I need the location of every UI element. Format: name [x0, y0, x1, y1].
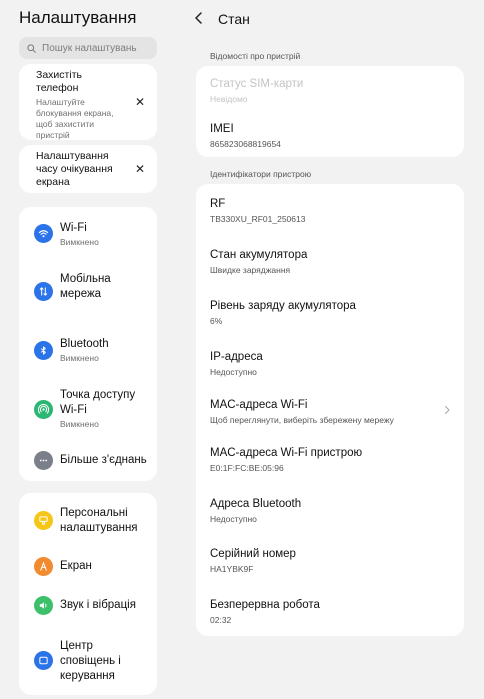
- chevron-right-icon[interactable]: [443, 405, 451, 415]
- bluetooth-icon: [34, 341, 53, 360]
- sidebar-item-notification-center[interactable]: Центр сповіщень і керування: [19, 639, 157, 685]
- row-label: IMEI: [210, 123, 234, 135]
- settings-sidebar: Налаштування Пошук налаштувань Захистіть…: [0, 0, 172, 699]
- row-uptime[interactable]: Безперервна робота 02:32: [210, 598, 320, 626]
- page-title: Стан: [218, 11, 250, 27]
- row-value: Недоступно: [210, 367, 257, 377]
- row-rf[interactable]: RF TB330XU_RF01_250613: [210, 197, 305, 225]
- row-label: MAC-адреса Wi-Fi: [210, 399, 308, 411]
- more-icon: [34, 451, 53, 470]
- row-wifi-mac[interactable]: MAC-адреса Wi-Fi Щоб переглянути, вибері…: [210, 398, 394, 426]
- tip-card-protect-phone[interactable]: Захистіть телефон Налаштуйте блокування …: [19, 64, 157, 140]
- mobile-network-icon: [34, 282, 53, 301]
- tip-subtitle: Налаштуйте блокування екрана, щоб захист…: [36, 97, 114, 140]
- connectivity-group: Wi-Fi Вимкнено Мобільна мережа Bluetooth…: [19, 207, 157, 481]
- device-info-card: Статус SIM-карти Невідомо IMEI 865823068…: [196, 66, 464, 157]
- row-value: Недоступно: [210, 514, 257, 524]
- row-value: 865823068819654: [210, 139, 281, 149]
- sidebar-item-sound[interactable]: Звук і вібрація: [19, 596, 157, 618]
- row-label: RF: [210, 198, 226, 210]
- sidebar-item-wifi[interactable]: Wi-Fi Вимкнено: [19, 221, 157, 255]
- row-label: Серійний номер: [210, 548, 296, 560]
- sidebar-item-sublabel: Вимкнено: [60, 353, 99, 363]
- row-label: Стан акумулятора: [210, 249, 308, 261]
- sidebar-item-sublabel: Вимкнено: [60, 419, 99, 429]
- row-battery-level[interactable]: Рівень заряду акумулятора 6%: [210, 299, 356, 327]
- tip-card-screen-timeout[interactable]: Налаштування часу очікування екрана ✕: [19, 145, 157, 193]
- row-value: TB330XU_RF01_250613: [210, 214, 306, 224]
- row-serial-number[interactable]: Серійний номер HA1YBK9F: [210, 547, 296, 575]
- sidebar-item-label: Екран: [60, 560, 92, 572]
- notification-center-icon: [34, 651, 53, 670]
- row-ip-address[interactable]: IP-адреса Недоступно: [210, 350, 263, 378]
- sidebar-item-label: Центр сповіщень і керування: [60, 640, 121, 682]
- section-header-identifiers: Ідентифікатори пристрою: [210, 169, 312, 179]
- row-value: E0:1F:FC:BE:05:96: [210, 463, 284, 473]
- close-icon[interactable]: ✕: [135, 162, 145, 176]
- sidebar-title: Налаштування: [19, 8, 137, 27]
- row-battery-status[interactable]: Стан акумулятора Швидке заряджання: [210, 248, 307, 276]
- row-value: Щоб переглянути, виберіть збережену мере…: [210, 415, 394, 425]
- sidebar-item-bluetooth[interactable]: Bluetooth Вимкнено: [19, 337, 157, 371]
- sidebar-item-mobile-network[interactable]: Мобільна мережа: [19, 272, 157, 306]
- row-value: 02:32: [210, 615, 232, 625]
- sidebar-item-label: Точка доступу Wi-Fi: [60, 389, 136, 416]
- row-value: Невідомо: [210, 94, 248, 104]
- row-label: Статус SIM-карти: [210, 78, 304, 90]
- row-bluetooth-address[interactable]: Адреса Bluetooth Недоступно: [210, 497, 301, 525]
- sound-icon: [34, 596, 53, 615]
- sidebar-item-hotspot[interactable]: Точка доступу Wi-Fi Вимкнено: [19, 388, 157, 436]
- row-label: Безперервна робота: [210, 599, 320, 611]
- sidebar-item-display[interactable]: Екран: [19, 557, 157, 579]
- display-icon: [34, 557, 53, 576]
- hotspot-icon: [34, 400, 53, 419]
- row-imei[interactable]: IMEI 865823068819654: [210, 122, 281, 150]
- row-value: 6%: [210, 316, 223, 326]
- row-label: Рівень заряду акумулятора: [210, 300, 356, 312]
- row-label: Адреса Bluetooth: [210, 498, 302, 510]
- sidebar-item-sublabel: Вимкнено: [60, 237, 99, 247]
- back-arrow-icon[interactable]: [192, 11, 206, 25]
- row-value: Швидке заряджання: [210, 265, 291, 275]
- row-value: HA1YBK9F: [210, 564, 254, 574]
- row-label: IP-адреса: [210, 351, 263, 363]
- sidebar-item-label: Мобільна мережа: [60, 273, 111, 300]
- sidebar-item-label: Wi-Fi: [60, 222, 87, 234]
- tip-title: Налаштування часу очікування екрана: [36, 150, 113, 188]
- wifi-icon: [34, 224, 53, 243]
- row-label: MAC-адреса Wi-Fi пристрою: [210, 447, 363, 459]
- sidebar-item-label: Персональні налаштування: [60, 507, 138, 534]
- sidebar-item-label: Звук і вібрація: [60, 599, 136, 611]
- section-header-device-info: Відомості про пристрій: [210, 51, 301, 61]
- search-placeholder: Пошук налаштувань: [42, 42, 137, 54]
- search-input[interactable]: Пошук налаштувань: [19, 37, 157, 59]
- row-device-wifi-mac[interactable]: MAC-адреса Wi-Fi пристрою E0:1F:FC:BE:05…: [210, 446, 362, 474]
- personalization-icon: [34, 511, 53, 530]
- sidebar-item-label: Bluetooth: [60, 338, 109, 350]
- search-icon: [27, 43, 36, 53]
- row-sim-status: Статус SIM-карти Невідомо: [210, 77, 303, 105]
- sidebar-item-more-connections[interactable]: Більше з'єднань: [19, 451, 157, 473]
- identifiers-card: RF TB330XU_RF01_250613 Стан акумулятора …: [196, 184, 464, 636]
- sidebar-item-personalization[interactable]: Персональні налаштування: [19, 506, 157, 538]
- personal-group: Персональні налаштування Екран Звук і ві…: [19, 493, 157, 695]
- sidebar-item-label: Більше з'єднань: [60, 454, 147, 466]
- close-icon[interactable]: ✕: [135, 95, 145, 109]
- tip-title: Захистіть телефон: [36, 69, 82, 94]
